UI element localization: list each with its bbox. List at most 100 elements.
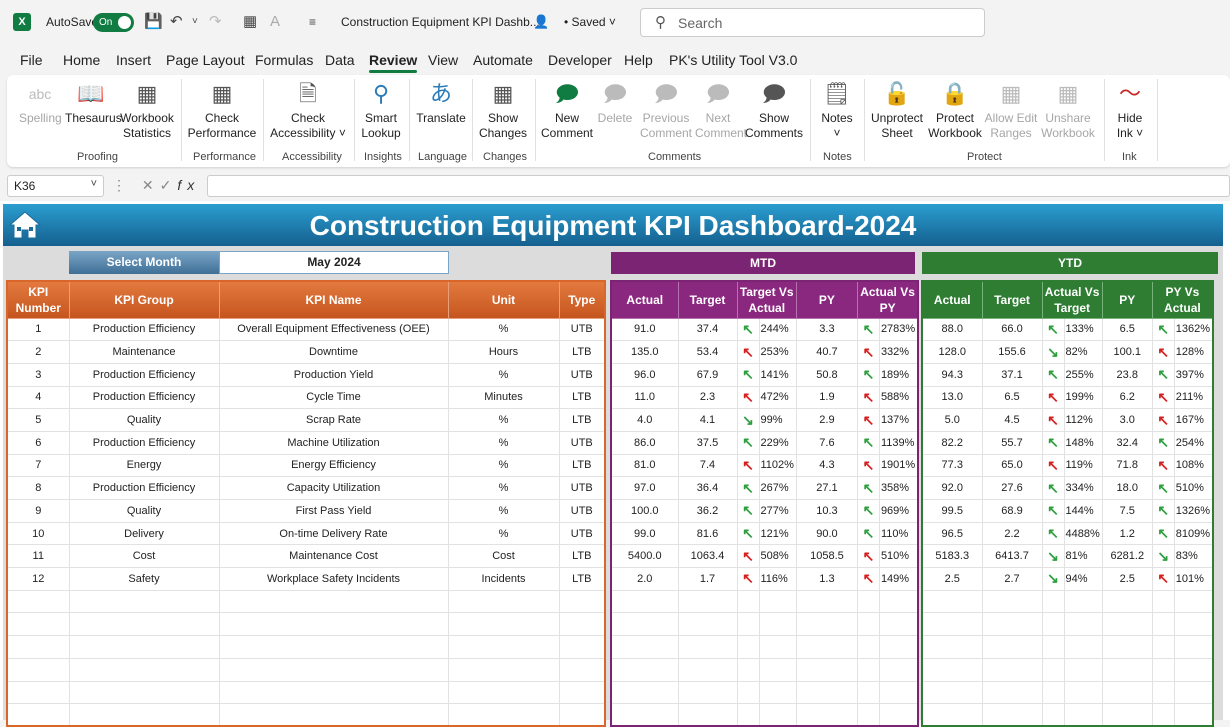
empty-cell[interactable] (736, 657, 760, 682)
empty-cell[interactable] (1151, 703, 1175, 727)
empty-cell[interactable] (795, 612, 858, 637)
empty-cell[interactable] (878, 589, 919, 614)
check-performance-button[interactable]: ▦ Check Performance (187, 79, 257, 141)
empty-cell[interactable] (1173, 703, 1214, 727)
empty-cell[interactable] (558, 680, 606, 705)
kpi-name-cell[interactable]: On-time Delivery Rate (218, 521, 449, 546)
ytd-py-cell[interactable]: 23.8 (1101, 362, 1153, 387)
empty-cell[interactable] (1101, 680, 1153, 705)
empty-cell[interactable] (1101, 612, 1153, 637)
empty-cell[interactable] (795, 703, 858, 727)
empty-cell[interactable] (736, 703, 760, 727)
show-changes-button[interactable]: ▦ Show Changes (477, 79, 529, 141)
kpi-group-cell[interactable]: Quality (68, 408, 220, 432)
empty-cell[interactable] (6, 703, 70, 727)
mtd-py-cell[interactable]: 1.3 (795, 567, 858, 591)
ytd-actual-cell[interactable]: 99.5 (921, 499, 983, 523)
kpi-number-cell[interactable]: 6 (6, 430, 70, 455)
tab-page-layout[interactable]: Page Layout (166, 52, 245, 68)
thesaurus-button[interactable]: 📖 Thesaurus (65, 79, 122, 126)
ytd-actual-vs-target-cell[interactable]: 119% (1063, 453, 1103, 478)
kpi-name-cell[interactable]: Workplace Safety Incidents (218, 567, 449, 591)
empty-cell[interactable] (447, 680, 560, 705)
unit-cell[interactable]: % (447, 408, 560, 432)
empty-cell[interactable] (1173, 589, 1214, 614)
ytd-target-cell[interactable]: 37.1 (981, 362, 1043, 387)
ytd-target-cell[interactable]: 65.0 (981, 453, 1043, 478)
mtd-actual-cell[interactable]: 97.0 (610, 476, 679, 500)
kpi-number-cell[interactable]: 4 (6, 385, 70, 410)
mtd-actual-cell[interactable]: 5400.0 (610, 544, 679, 569)
empty-cell[interactable] (218, 589, 449, 614)
ytd-py-vs-actual-cell[interactable]: 211% (1173, 385, 1214, 410)
ytd-actual-vs-target-cell[interactable]: 4488% (1063, 521, 1103, 546)
ytd-py-cell[interactable]: 6.2 (1101, 385, 1153, 410)
empty-cell[interactable] (558, 657, 606, 682)
mtd-py-cell[interactable]: 1058.5 (795, 544, 858, 569)
mtd-py-cell[interactable]: 4.3 (795, 453, 858, 478)
ytd-target-cell[interactable]: 4.5 (981, 408, 1043, 432)
document-title[interactable]: Construction Equipment KPI Dashb... (341, 15, 540, 29)
protect-workbook-button[interactable]: 🔒 Protect Workbook (927, 79, 983, 141)
type-cell[interactable]: LTB (558, 453, 606, 478)
ytd-actual-cell[interactable]: 2.5 (921, 567, 983, 591)
mtd-actual-cell[interactable]: 91.0 (610, 317, 679, 342)
mtd-actual-vs-py-cell[interactable]: 1139% (878, 430, 919, 455)
undo-icon[interactable]: ↶ (170, 12, 183, 32)
kpi-number-cell[interactable]: 11 (6, 544, 70, 569)
unit-cell[interactable]: Cost (447, 544, 560, 569)
mtd-target-cell[interactable]: 37.4 (677, 317, 738, 342)
mtd-py-cell[interactable]: 50.8 (795, 362, 858, 387)
type-cell[interactable]: UTB (558, 362, 606, 387)
empty-cell[interactable] (68, 589, 220, 614)
mtd-actual-cell[interactable]: 99.0 (610, 521, 679, 546)
ytd-actual-cell[interactable]: 96.5 (921, 521, 983, 546)
empty-cell[interactable] (736, 680, 760, 705)
kpi-number-cell[interactable]: 10 (6, 521, 70, 546)
tab-data[interactable]: Data (325, 52, 355, 68)
tab-automate[interactable]: Automate (473, 52, 533, 68)
ytd-py-vs-actual-cell[interactable]: 101% (1173, 567, 1214, 591)
ytd-actual-vs-target-cell[interactable]: 94% (1063, 567, 1103, 591)
ytd-actual-cell[interactable]: 5183.3 (921, 544, 983, 569)
empty-cell[interactable] (1151, 680, 1175, 705)
mtd-actual-cell[interactable]: 11.0 (610, 385, 679, 410)
type-cell[interactable]: UTB (558, 499, 606, 523)
ytd-target-cell[interactable]: 2.2 (981, 521, 1043, 546)
kpi-group-cell[interactable]: Cost (68, 544, 220, 569)
mtd-target-vs-actual-cell[interactable]: 116% (758, 567, 797, 591)
kpi-group-cell[interactable]: Production Efficiency (68, 385, 220, 410)
kpi-group-cell[interactable]: Maintenance (68, 340, 220, 364)
mtd-actual-vs-py-cell[interactable]: 510% (878, 544, 919, 569)
ytd-actual-vs-target-cell[interactable]: 133% (1063, 317, 1103, 342)
ytd-py-vs-actual-cell[interactable]: 8109% (1173, 521, 1214, 546)
mtd-actual-cell[interactable]: 86.0 (610, 430, 679, 455)
empty-cell[interactable] (447, 612, 560, 637)
ytd-actual-cell[interactable]: 92.0 (921, 476, 983, 500)
empty-cell[interactable] (6, 680, 70, 705)
type-cell[interactable]: LTB (558, 567, 606, 591)
mtd-target-vs-actual-cell[interactable]: 244% (758, 317, 797, 342)
empty-cell[interactable] (758, 657, 797, 682)
ytd-py-vs-actual-cell[interactable]: 1326% (1173, 499, 1214, 523)
mtd-actual-cell[interactable]: 96.0 (610, 362, 679, 387)
empty-cell[interactable] (1041, 657, 1065, 682)
enter-icon[interactable]: ✓ (160, 177, 178, 193)
kpi-name-cell[interactable]: Overall Equipment Effectiveness (OEE) (218, 317, 449, 342)
empty-cell[interactable] (921, 657, 983, 682)
ytd-target-cell[interactable]: 66.0 (981, 317, 1043, 342)
mtd-target-vs-actual-cell[interactable]: 277% (758, 499, 797, 523)
empty-cell[interactable] (758, 612, 797, 637)
empty-cell[interactable] (68, 635, 220, 659)
ytd-target-cell[interactable]: 2.7 (981, 567, 1043, 591)
mtd-target-vs-actual-cell[interactable]: 508% (758, 544, 797, 569)
kpi-name-cell[interactable]: Energy Efficiency (218, 453, 449, 478)
mtd-actual-vs-py-cell[interactable]: 332% (878, 340, 919, 364)
ytd-target-cell[interactable]: 68.9 (981, 499, 1043, 523)
empty-cell[interactable] (68, 657, 220, 682)
empty-cell[interactable] (218, 657, 449, 682)
ytd-py-cell[interactable]: 7.5 (1101, 499, 1153, 523)
empty-cell[interactable] (736, 635, 760, 659)
select-month-dropdown[interactable]: May 2024 (219, 251, 449, 274)
mtd-target-cell[interactable]: 4.1 (677, 408, 738, 432)
